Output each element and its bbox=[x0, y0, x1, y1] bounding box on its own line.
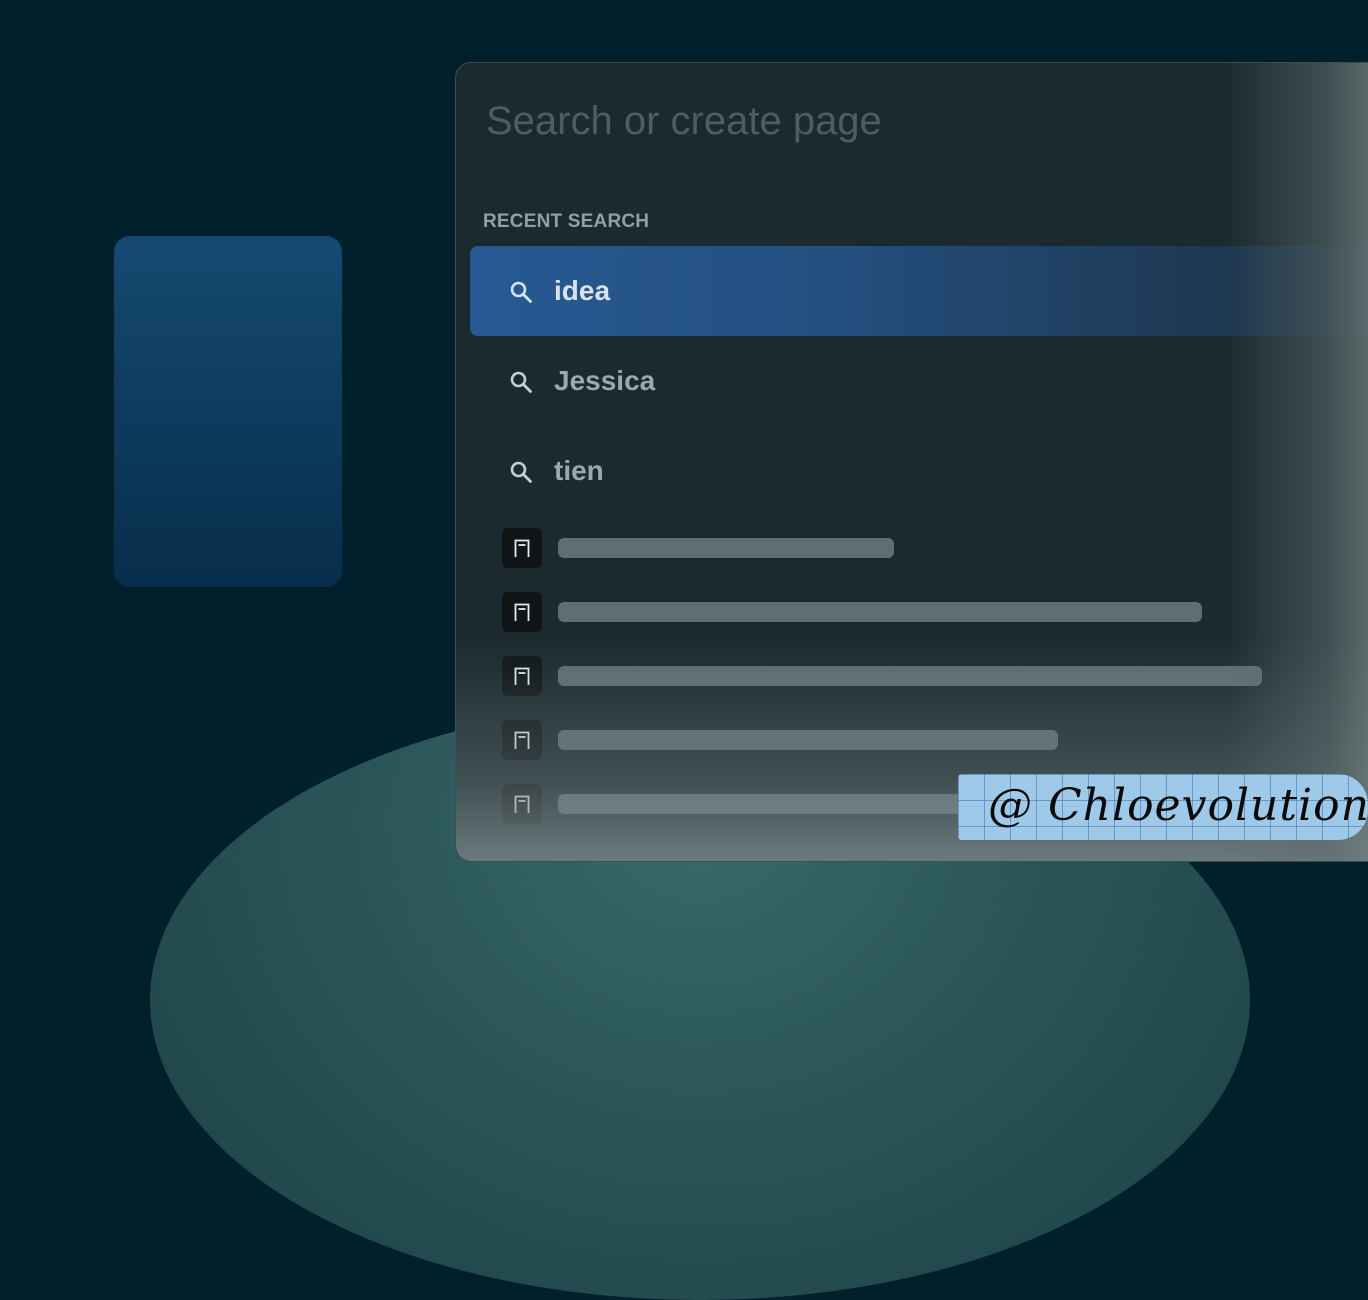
page-doc-icon bbox=[502, 784, 542, 824]
page-title-placeholder bbox=[558, 602, 1202, 622]
page-title-placeholder bbox=[558, 666, 1262, 686]
watermark-signature: @ Chloevolution bbox=[958, 774, 1368, 840]
recent-search-heading: RECENT SEARCH bbox=[483, 211, 650, 232]
command-palette: RECENT SEARCH idea Jessica tien bbox=[455, 62, 1368, 862]
page-doc-icon bbox=[502, 592, 542, 632]
search-input[interactable] bbox=[486, 91, 1306, 151]
search-icon bbox=[510, 461, 532, 483]
search-icon bbox=[510, 281, 532, 303]
watermark-text: @ Chloevolution bbox=[988, 780, 1368, 831]
recent-search-label: idea bbox=[554, 275, 611, 306]
background-card bbox=[114, 236, 342, 587]
page-result-row[interactable] bbox=[502, 528, 1362, 568]
recent-search-item-jessica[interactable]: Jessica bbox=[470, 336, 1368, 426]
recent-search-label: tien bbox=[554, 455, 604, 486]
page-doc-icon bbox=[502, 528, 542, 568]
page-title-placeholder bbox=[558, 538, 894, 558]
page-result-row[interactable] bbox=[502, 592, 1362, 632]
page-result-row[interactable] bbox=[502, 720, 1362, 760]
recent-search-item-tien[interactable]: tien bbox=[470, 426, 1368, 516]
recent-search-label: Jessica bbox=[554, 365, 656, 396]
page-result-row[interactable] bbox=[502, 656, 1362, 696]
page-doc-icon bbox=[502, 656, 542, 696]
page-title-placeholder bbox=[558, 730, 1058, 750]
recent-search-item-idea[interactable]: idea bbox=[470, 246, 1368, 336]
page-doc-icon bbox=[502, 720, 542, 760]
search-icon bbox=[510, 371, 532, 393]
